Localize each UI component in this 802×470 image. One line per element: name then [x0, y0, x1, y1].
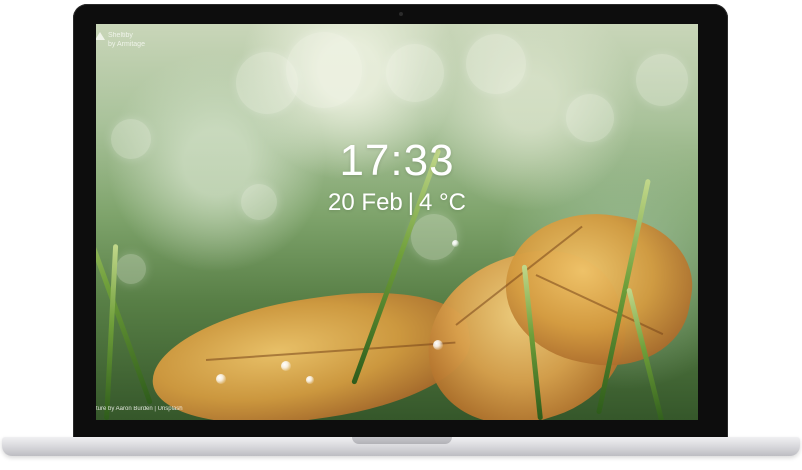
bokeh-light [386, 44, 444, 102]
app-brand[interactable]: Sheltiby by Armitage [96, 31, 145, 49]
bokeh-light [466, 34, 526, 94]
water-droplet [452, 240, 459, 247]
grass-blade [96, 187, 153, 405]
photo-credit[interactable]: ture by Aaron Burden | Unsplash [96, 406, 183, 412]
water-droplet [433, 340, 443, 350]
bokeh-light [411, 214, 457, 260]
date-text: 20 Feb [328, 189, 403, 216]
app-author: by Armitage [108, 41, 145, 48]
laptop-base [2, 437, 800, 456]
trackpad-notch [352, 437, 452, 444]
clock-time: 17:33 [339, 136, 455, 185]
grass-blade [104, 244, 119, 420]
water-droplet [281, 361, 291, 371]
separator: | [407, 189, 414, 216]
bokeh-light [566, 94, 614, 142]
date-weather: 20 Feb | 4 °C [96, 189, 698, 217]
brand-logo-icon [96, 32, 105, 40]
water-droplet [216, 374, 226, 384]
screen-wallpaper: Sheltiby by Armitage 17:33 20 Feb | 4 °C t… [96, 24, 698, 420]
bokeh-light [286, 32, 362, 108]
water-droplet [306, 376, 314, 384]
webcam-icon [398, 12, 403, 16]
bokeh-light [116, 254, 146, 284]
app-name: Sheltiby [108, 32, 133, 39]
temperature-text: 4 °C [419, 189, 466, 216]
bokeh-light [636, 54, 688, 106]
